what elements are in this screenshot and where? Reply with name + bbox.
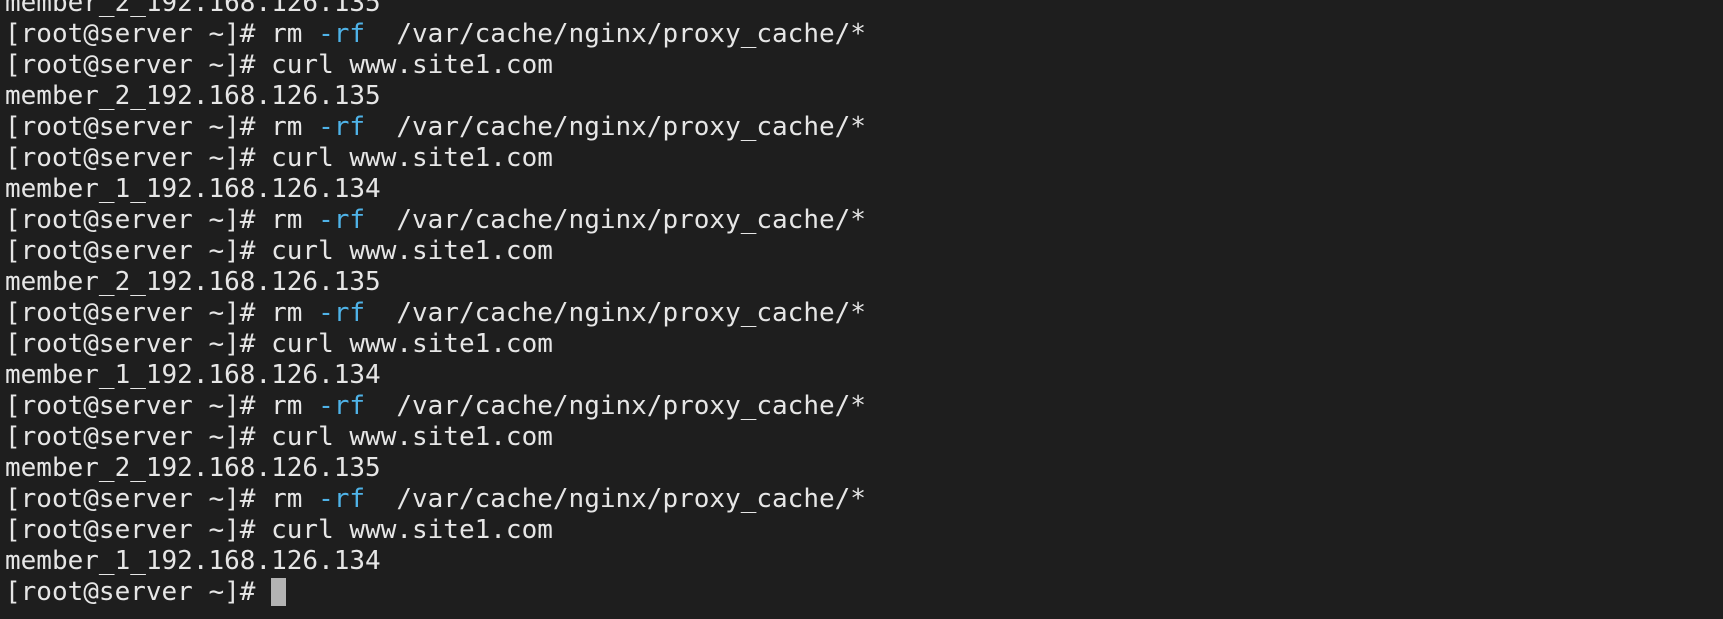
shell-prompt: [root@server ~]# (5, 422, 256, 452)
shell-prompt: [root@server ~]# (5, 329, 256, 359)
command-line: [root@server ~]# rm -rf /var/cache/nginx… (5, 19, 866, 50)
command-args: /var/cache/nginx/proxy_cache/* (365, 112, 866, 142)
command-line: [root@server ~]# curl www.site1.com (5, 236, 866, 267)
output-line: member_2_192.168.126.135 (5, 267, 381, 297)
shell-prompt: [root@server ~]# (5, 484, 256, 514)
command-args: /var/cache/nginx/proxy_cache/* (365, 298, 866, 328)
command-name: rm (271, 205, 303, 235)
shell-prompt: [root@server ~]# (5, 143, 256, 173)
shell-prompt: [root@server ~]# (5, 298, 256, 328)
command-args: www.site1.com (333, 329, 553, 359)
command-args: www.site1.com (333, 50, 553, 80)
command-name: curl (271, 515, 334, 545)
command-args: /var/cache/nginx/proxy_cache/* (365, 391, 866, 421)
command-line: [root@server ~]# rm -rf /var/cache/nginx… (5, 484, 866, 515)
scrolled-output-line: member_2_192.168.126.135 (5, 0, 381, 18)
command-line: [root@server ~]# curl www.site1.com (5, 515, 866, 546)
output-line: member_1_192.168.126.134 (5, 360, 381, 390)
command-name: rm (271, 112, 303, 142)
command-line: [root@server ~]# rm -rf /var/cache/nginx… (5, 298, 866, 329)
shell-prompt: [root@server ~]# (5, 112, 256, 142)
command-args: www.site1.com (333, 143, 553, 173)
command-args: /var/cache/nginx/proxy_cache/* (365, 484, 866, 514)
active-prompt-line[interactable]: [root@server ~]# (5, 577, 866, 608)
text-cursor (271, 578, 287, 606)
command-flag: -rf (318, 484, 366, 514)
command-name: rm (271, 19, 303, 49)
command-args: www.site1.com (333, 422, 553, 452)
command-name: curl (271, 236, 334, 266)
command-line: [root@server ~]# rm -rf /var/cache/nginx… (5, 205, 866, 236)
command-line: [root@server ~]# curl www.site1.com (5, 50, 866, 81)
command-line: [root@server ~]# curl www.site1.com (5, 422, 866, 453)
command-args: /var/cache/nginx/proxy_cache/* (365, 19, 866, 49)
command-name: curl (271, 143, 334, 173)
command-line: [root@server ~]# rm -rf /var/cache/nginx… (5, 391, 866, 422)
command-name: rm (271, 391, 303, 421)
command-line: [root@server ~]# curl www.site1.com (5, 329, 866, 360)
command-flag: -rf (318, 205, 366, 235)
shell-prompt: [root@server ~]# (5, 515, 256, 545)
command-line: [root@server ~]# rm -rf /var/cache/nginx… (5, 112, 866, 143)
terminal-output: member_2_192.168.126.135 [root@server ~]… (5, 0, 866, 608)
command-flag: -rf (318, 391, 366, 421)
command-name: curl (271, 329, 334, 359)
shell-prompt: [root@server ~]# (5, 236, 256, 266)
terminal-window[interactable]: member_2_192.168.126.135 [root@server ~]… (0, 0, 1723, 619)
command-args: www.site1.com (333, 236, 553, 266)
output-line: member_2_192.168.126.135 (5, 453, 381, 483)
command-args: /var/cache/nginx/proxy_cache/* (365, 205, 866, 235)
shell-prompt: [root@server ~]# (5, 205, 256, 235)
command-name: curl (271, 50, 334, 80)
command-flag: -rf (318, 112, 366, 142)
command-name: curl (271, 422, 334, 452)
command-name: rm (271, 484, 303, 514)
shell-prompt: [root@server ~]# (5, 577, 256, 607)
output-line: member_1_192.168.126.134 (5, 546, 381, 576)
command-flag: -rf (318, 298, 366, 328)
shell-prompt: [root@server ~]# (5, 19, 256, 49)
shell-prompt: [root@server ~]# (5, 50, 256, 80)
output-line: member_1_192.168.126.134 (5, 174, 381, 204)
shell-prompt: [root@server ~]# (5, 391, 256, 421)
command-args: www.site1.com (333, 515, 553, 545)
command-flag: -rf (318, 19, 366, 49)
command-name: rm (271, 298, 303, 328)
command-line: [root@server ~]# curl www.site1.com (5, 143, 866, 174)
output-line: member_2_192.168.126.135 (5, 81, 381, 111)
